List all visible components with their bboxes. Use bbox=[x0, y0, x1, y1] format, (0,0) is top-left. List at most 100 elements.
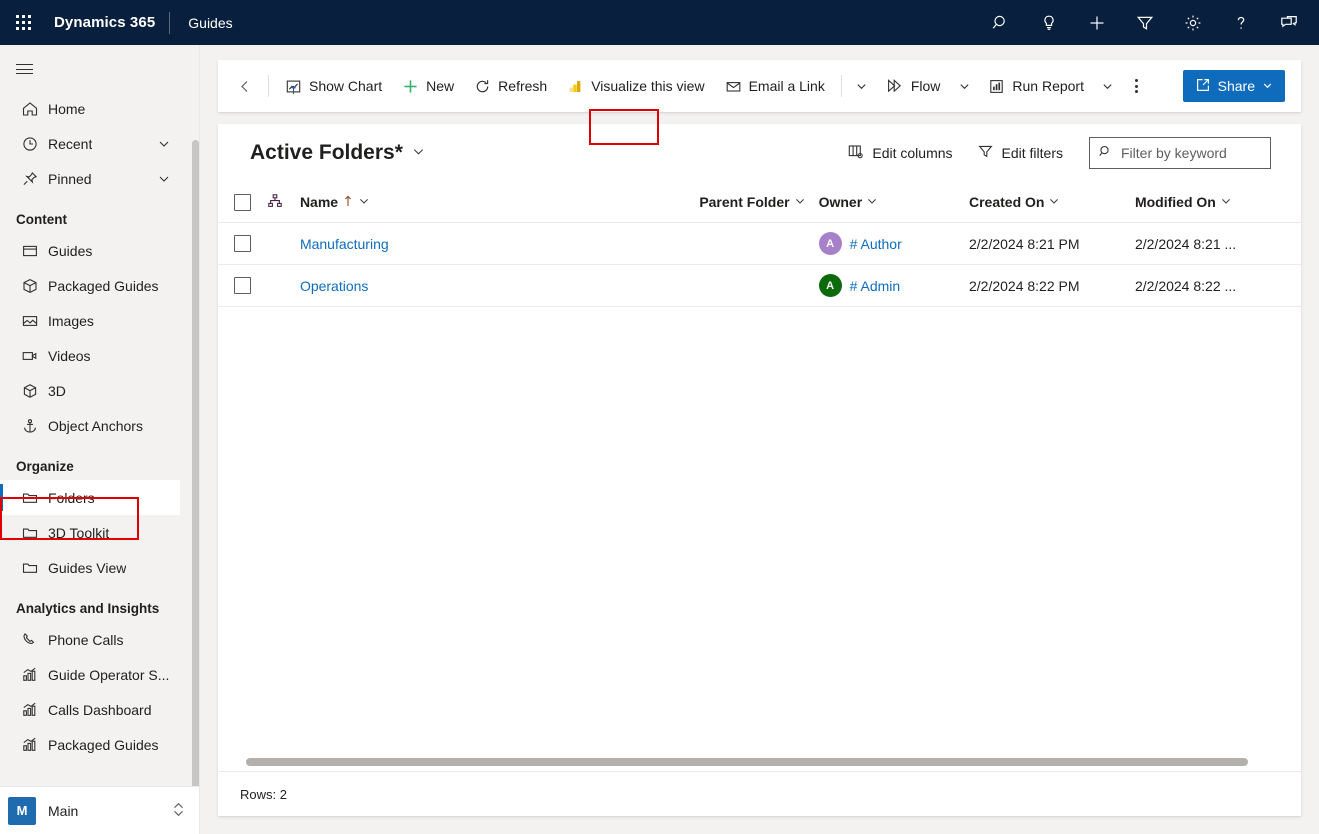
chevron-down-icon[interactable] bbox=[794, 194, 806, 210]
filter-icon[interactable] bbox=[1121, 0, 1169, 45]
share-chevron-down-icon[interactable] bbox=[1262, 78, 1273, 94]
lightbulb-icon[interactable] bbox=[1025, 0, 1073, 45]
flow-button[interactable]: Flow bbox=[876, 68, 951, 104]
more-commands-button[interactable] bbox=[1122, 68, 1152, 104]
sidebar-scrollbar[interactable] bbox=[192, 140, 199, 795]
folder-name-link[interactable]: Operations bbox=[300, 278, 368, 294]
sidebar-item-packaged-guides-analytics[interactable]: Packaged Guides bbox=[0, 727, 199, 762]
email-link-chevron-down-icon[interactable] bbox=[848, 68, 876, 104]
sidebar-item-recent[interactable]: Recent bbox=[0, 126, 199, 161]
owner-column-label: Owner bbox=[819, 194, 863, 210]
hamburger-menu-icon[interactable] bbox=[0, 47, 48, 91]
sidebar-item-guide-operator-summary[interactable]: Guide Operator S... bbox=[0, 657, 199, 692]
command-divider bbox=[268, 75, 269, 97]
table-body: Manufacturing A # Author 2/2/2024 8:21 P… bbox=[218, 223, 1301, 307]
folder-name-link[interactable]: Manufacturing bbox=[300, 236, 389, 252]
back-button[interactable] bbox=[228, 69, 262, 103]
chevron-down-icon[interactable] bbox=[1048, 194, 1060, 210]
page-title: Active Folders* bbox=[250, 141, 403, 165]
chevron-down-icon[interactable] bbox=[866, 194, 878, 210]
guide-icon bbox=[20, 241, 40, 261]
sidebar-item-label: Phone Calls bbox=[48, 632, 124, 648]
email-a-link-button[interactable]: Email a Link bbox=[715, 68, 835, 104]
sidebar-item-calls-dashboard[interactable]: Calls Dashboard bbox=[0, 692, 199, 727]
row-checkbox[interactable] bbox=[234, 235, 251, 252]
sidebar-item-label: Object Anchors bbox=[48, 418, 143, 434]
email-link-icon bbox=[725, 78, 742, 95]
feedback-icon[interactable] bbox=[1265, 0, 1313, 45]
show-chart-button[interactable]: Show Chart bbox=[275, 68, 392, 104]
edit-filters-button[interactable]: Edit filters bbox=[967, 137, 1073, 169]
sidebar-item-home[interactable]: Home bbox=[0, 91, 199, 126]
row-count-label: Rows: 2 bbox=[240, 787, 287, 802]
created-on-column-header[interactable]: Created On bbox=[969, 182, 1135, 223]
sidebar-item-object-anchors[interactable]: Object Anchors bbox=[0, 408, 199, 443]
chevron-up-down-icon[interactable] bbox=[171, 801, 186, 821]
chevron-down-icon[interactable] bbox=[411, 141, 426, 165]
new-button[interactable]: New bbox=[392, 68, 464, 104]
row-owner-cell: A # Admin bbox=[819, 265, 969, 307]
search-icon[interactable] bbox=[977, 0, 1025, 45]
folder-icon bbox=[20, 523, 40, 543]
row-select-cell bbox=[218, 223, 267, 265]
question-icon[interactable] bbox=[1217, 0, 1265, 45]
sidebar-item-label: Calls Dashboard bbox=[48, 702, 152, 718]
sidebar-item-label: Home bbox=[48, 101, 85, 117]
edit-columns-button[interactable]: Edit columns bbox=[837, 137, 962, 169]
area-switcher[interactable]: M Main bbox=[0, 786, 200, 834]
sidebar-item-packaged-guides[interactable]: Packaged Guides bbox=[0, 268, 199, 303]
chart-icon bbox=[20, 665, 40, 685]
waffle-menu-button[interactable] bbox=[0, 0, 46, 45]
sidebar-item-3d[interactable]: 3D bbox=[0, 373, 199, 408]
row-checkbox[interactable] bbox=[234, 277, 251, 294]
sidebar-item-pinned[interactable]: Pinned bbox=[0, 161, 199, 196]
chevron-down-icon[interactable] bbox=[358, 194, 370, 210]
visualize-this-view-button[interactable]: Visualize this view bbox=[557, 68, 714, 104]
sidebar-item-label: Videos bbox=[48, 348, 91, 364]
parent-folder-column-label: Parent Folder bbox=[699, 194, 789, 210]
flow-icon bbox=[886, 77, 904, 95]
gear-icon[interactable] bbox=[1169, 0, 1217, 45]
brand-title[interactable]: Dynamics 365 bbox=[46, 14, 169, 31]
sidebar-item-videos[interactable]: Videos bbox=[0, 338, 199, 373]
name-column-header[interactable]: Name bbox=[300, 182, 699, 223]
plus-icon[interactable] bbox=[1073, 0, 1121, 45]
search-input[interactable] bbox=[1121, 145, 1261, 161]
sidebar-item-3d-toolkit[interactable]: 3D Toolkit bbox=[0, 515, 199, 550]
refresh-label: Refresh bbox=[498, 78, 547, 94]
sidebar-item-label: Guides bbox=[48, 243, 92, 259]
refresh-button[interactable]: Refresh bbox=[464, 68, 557, 104]
app-name-label[interactable]: Guides bbox=[170, 15, 232, 31]
run-report-button[interactable]: Run Report bbox=[978, 68, 1094, 104]
row-modified-on-cell: 2/2/2024 8:22 ... bbox=[1135, 265, 1301, 307]
chart-icon bbox=[20, 735, 40, 755]
cube-icon bbox=[20, 381, 40, 401]
sidebar-item-label: Packaged Guides bbox=[48, 737, 159, 753]
select-all-checkbox[interactable] bbox=[234, 194, 251, 211]
flow-chevron-down-icon[interactable] bbox=[950, 68, 978, 104]
sidebar-group-content: Content bbox=[0, 196, 199, 233]
owner-link[interactable]: # Admin bbox=[850, 278, 901, 294]
share-button[interactable]: Share bbox=[1183, 70, 1285, 102]
pin-icon bbox=[20, 169, 40, 189]
sidebar-item-guides[interactable]: Guides bbox=[0, 233, 199, 268]
sidebar-item-label: Images bbox=[48, 313, 94, 329]
chevron-down-icon[interactable] bbox=[157, 137, 171, 151]
sidebar-item-images[interactable]: Images bbox=[0, 303, 199, 338]
owner-column-header[interactable]: Owner bbox=[819, 182, 969, 223]
grid-horizontal-scrollbar[interactable] bbox=[246, 758, 1248, 766]
chevron-down-icon[interactable] bbox=[157, 172, 171, 186]
sidebar-item-guides-view[interactable]: Guides View bbox=[0, 550, 199, 585]
modified-on-column-header[interactable]: Modified On bbox=[1135, 182, 1301, 223]
view-selector[interactable]: Active Folders* bbox=[250, 141, 426, 165]
hierarchy-column-header[interactable] bbox=[267, 182, 300, 223]
parent-folder-column-header[interactable]: Parent Folder bbox=[699, 182, 818, 223]
filter-by-keyword-box[interactable] bbox=[1089, 137, 1271, 169]
sidebar-item-phone-calls[interactable]: Phone Calls bbox=[0, 622, 199, 657]
table-row[interactable]: Operations A # Admin 2/2/2024 8:22 PM 2/… bbox=[218, 265, 1301, 307]
table-row[interactable]: Manufacturing A # Author 2/2/2024 8:21 P… bbox=[218, 223, 1301, 265]
run-report-chevron-down-icon[interactable] bbox=[1094, 68, 1122, 104]
owner-link[interactable]: # Author bbox=[850, 236, 902, 252]
sidebar-item-folders[interactable]: Folders bbox=[0, 480, 180, 515]
chevron-down-icon[interactable] bbox=[1220, 194, 1232, 210]
